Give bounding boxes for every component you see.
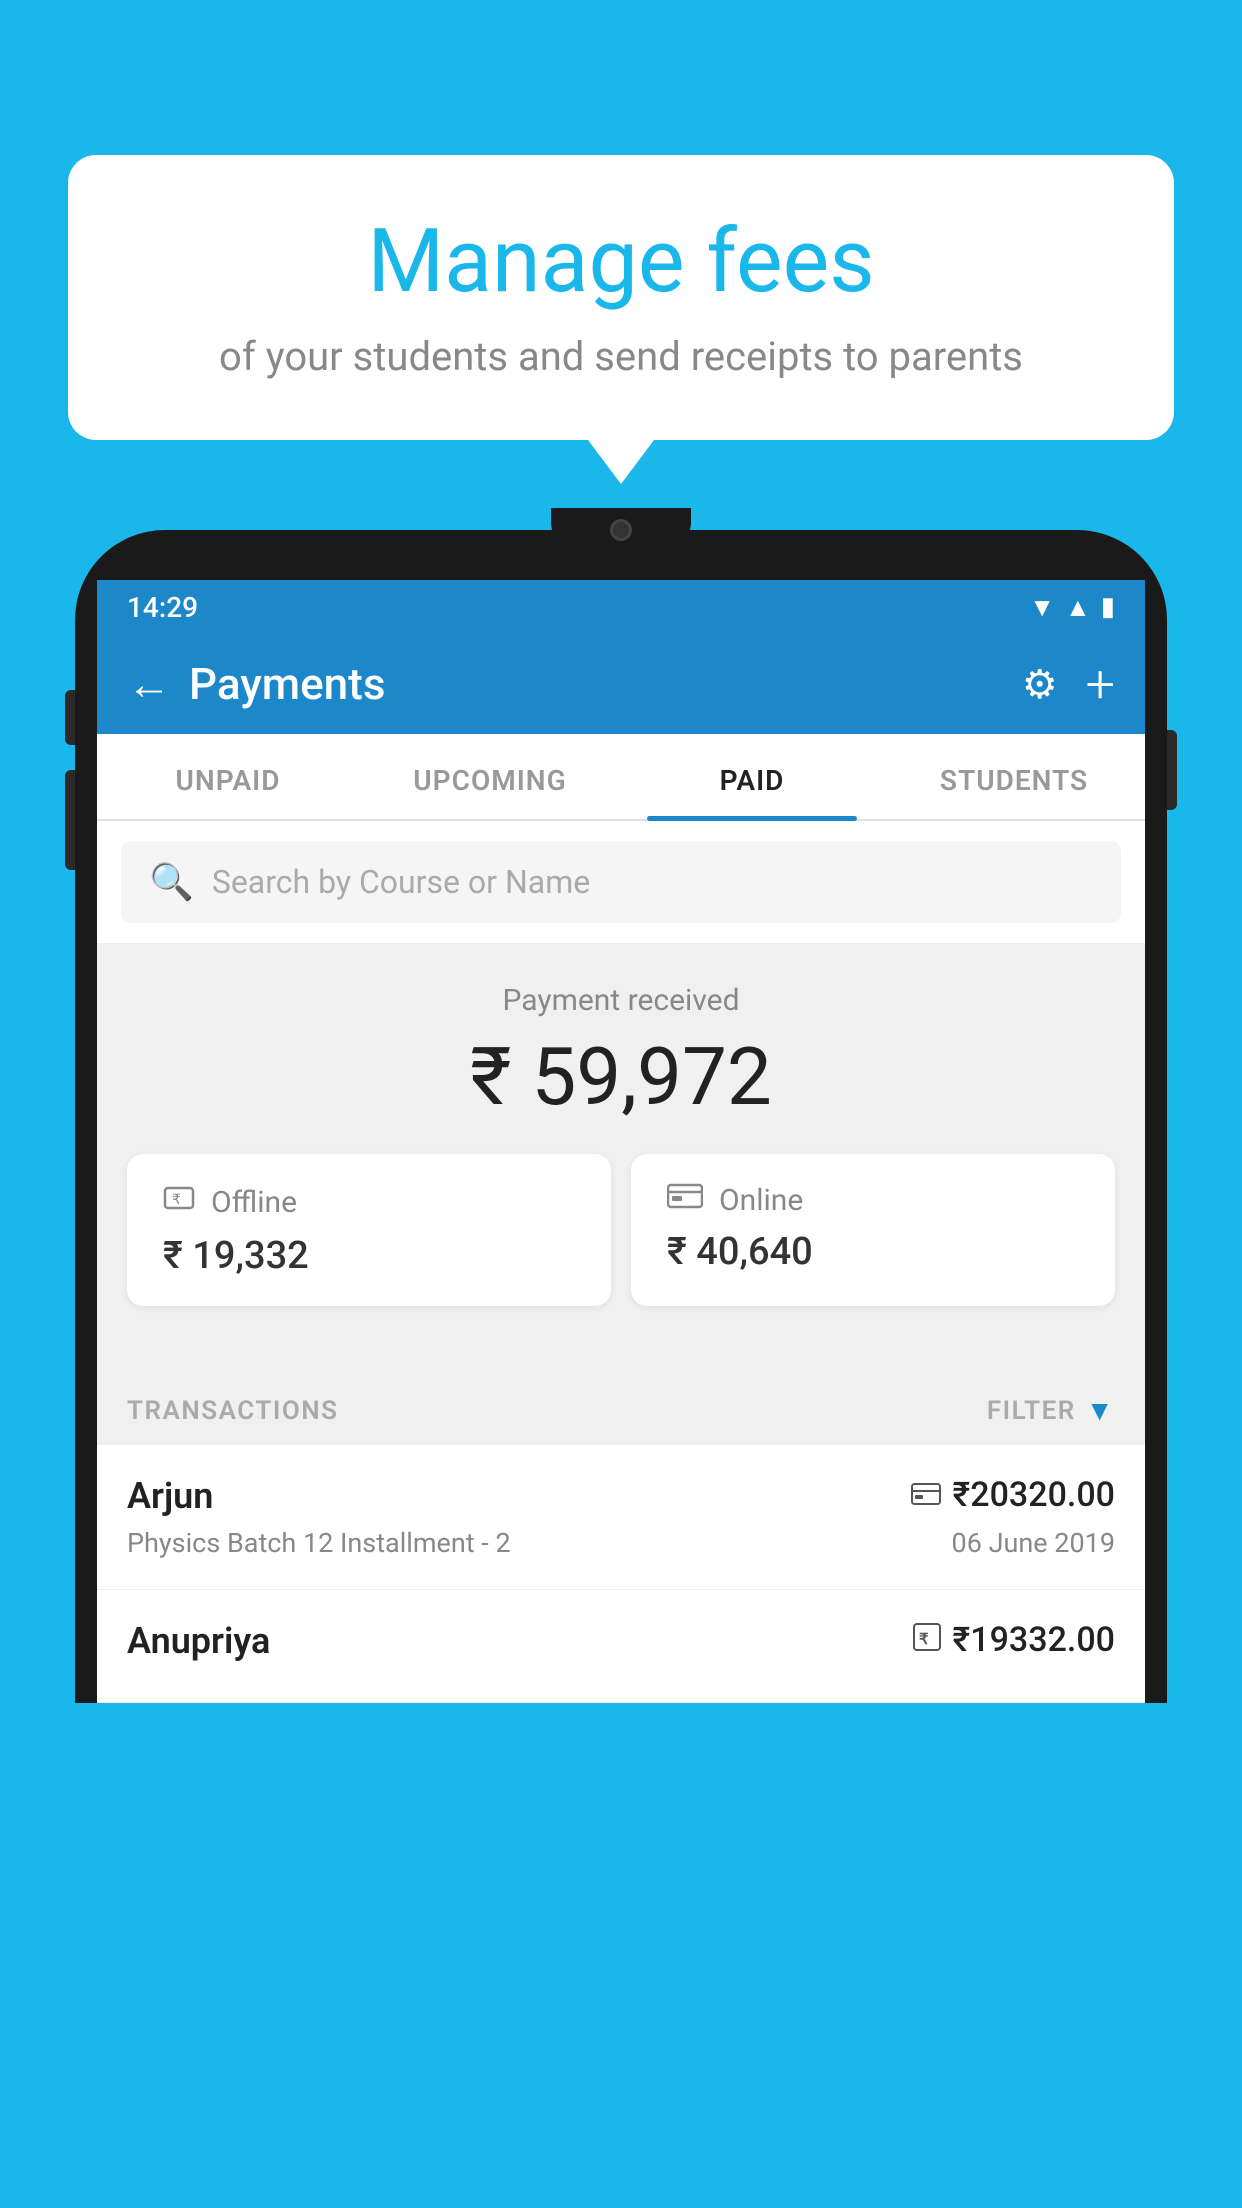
bubble-subtitle: of your students and send receipts to pa… — [128, 333, 1114, 380]
transaction-date: 06 June 2019 — [952, 1527, 1115, 1559]
search-bar[interactable]: 🔍 Search by Course or Name — [121, 841, 1121, 923]
svg-text:₹: ₹ — [919, 1631, 929, 1648]
phone-screen: 14:29 ▼ ▲ ▮ ← Payments ⚙ + — [97, 580, 1145, 1703]
transaction-name: Arjun — [127, 1475, 213, 1517]
transaction-top: Arjun ₹20320.00 — [127, 1475, 1115, 1517]
card-payment-icon — [911, 1479, 941, 1512]
search-icon: 🔍 — [149, 861, 194, 903]
transaction-top: Anupriya ₹ ₹19332.00 — [127, 1620, 1115, 1662]
front-camera — [610, 519, 632, 541]
header-right: ⚙ + — [1022, 654, 1115, 715]
phone-mockup: 14:29 ▼ ▲ ▮ ← Payments ⚙ + — [75, 530, 1167, 2208]
tab-students[interactable]: STUDENTS — [883, 734, 1145, 819]
tab-upcoming[interactable]: UPCOMING — [359, 734, 621, 819]
power-button — [1167, 730, 1177, 810]
status-time: 14:29 — [127, 591, 198, 624]
transactions-header: TRANSACTIONS FILTER ▼ — [97, 1366, 1145, 1445]
transaction-amount: ₹19332.00 — [953, 1620, 1115, 1660]
payment-cards: ₹ Offline ₹ 19,332 — [127, 1154, 1115, 1336]
search-container: 🔍 Search by Course or Name — [97, 821, 1145, 943]
speech-bubble: Manage fees of your students and send re… — [68, 155, 1174, 440]
payment-total-amount: ₹ 59,972 — [127, 1030, 1115, 1124]
add-icon[interactable]: + — [1086, 654, 1115, 715]
filter-icon: ▼ — [1086, 1394, 1115, 1427]
online-card-header: Online — [667, 1182, 803, 1218]
status-bar: 14:29 ▼ ▲ ▮ — [97, 580, 1145, 634]
offline-card-header: ₹ Offline — [163, 1182, 297, 1222]
online-card: Online ₹ 40,640 — [631, 1154, 1115, 1306]
tabs-bar: UNPAID UPCOMING PAID STUDENTS — [97, 734, 1145, 821]
phone-notch — [551, 508, 691, 552]
transaction-amount: ₹20320.00 — [953, 1475, 1115, 1515]
battery-icon: ▮ — [1101, 592, 1115, 622]
transaction-amount-wrap: ₹ ₹19332.00 — [913, 1620, 1115, 1660]
phone-body: 14:29 ▼ ▲ ▮ ← Payments ⚙ + — [75, 530, 1167, 1703]
transaction-amount-wrap: ₹20320.00 — [911, 1475, 1115, 1515]
bubble-title: Manage fees — [128, 210, 1114, 313]
payment-received-label: Payment received — [127, 983, 1115, 1018]
online-amount: ₹ 40,640 — [667, 1230, 813, 1274]
app-title: Payments — [189, 658, 385, 710]
filter-label: FILTER — [987, 1396, 1076, 1426]
tab-paid[interactable]: PAID — [621, 734, 883, 819]
online-label: Online — [719, 1183, 803, 1218]
transaction-bottom: Physics Batch 12 Installment - 2 06 June… — [127, 1527, 1115, 1559]
volume-down-button — [65, 770, 75, 870]
offline-card: ₹ Offline ₹ 19,332 — [127, 1154, 611, 1306]
app-header: ← Payments ⚙ + — [97, 634, 1145, 734]
search-placeholder: Search by Course or Name — [212, 863, 590, 901]
payment-summary: Payment received ₹ 59,972 ₹ — [97, 943, 1145, 1366]
back-button[interactable]: ← — [127, 658, 171, 710]
transaction-list: Arjun ₹20320.00 — [97, 1445, 1145, 1703]
tab-unpaid[interactable]: UNPAID — [97, 734, 359, 819]
volume-up-button — [65, 690, 75, 745]
status-icons: ▼ ▲ ▮ — [1029, 592, 1115, 623]
offline-icon: ₹ — [163, 1182, 195, 1222]
transaction-item[interactable]: Anupriya ₹ ₹19332.00 — [97, 1590, 1145, 1703]
rupee-payment-icon: ₹ — [913, 1623, 941, 1658]
settings-icon[interactable]: ⚙ — [1022, 661, 1058, 708]
transactions-label: TRANSACTIONS — [127, 1396, 339, 1426]
wifi-icon: ▼ — [1029, 592, 1055, 623]
offline-amount: ₹ 19,332 — [163, 1234, 309, 1278]
transaction-detail: Physics Batch 12 Installment - 2 — [127, 1527, 511, 1559]
filter-button[interactable]: FILTER ▼ — [987, 1394, 1115, 1427]
signal-icon: ▲ — [1065, 592, 1091, 623]
header-left: ← Payments — [127, 658, 385, 710]
offline-label: Offline — [211, 1185, 297, 1220]
online-icon — [667, 1182, 703, 1218]
svg-text:₹: ₹ — [172, 1191, 181, 1207]
transaction-name: Anupriya — [127, 1620, 270, 1662]
transaction-item[interactable]: Arjun ₹20320.00 — [97, 1445, 1145, 1590]
